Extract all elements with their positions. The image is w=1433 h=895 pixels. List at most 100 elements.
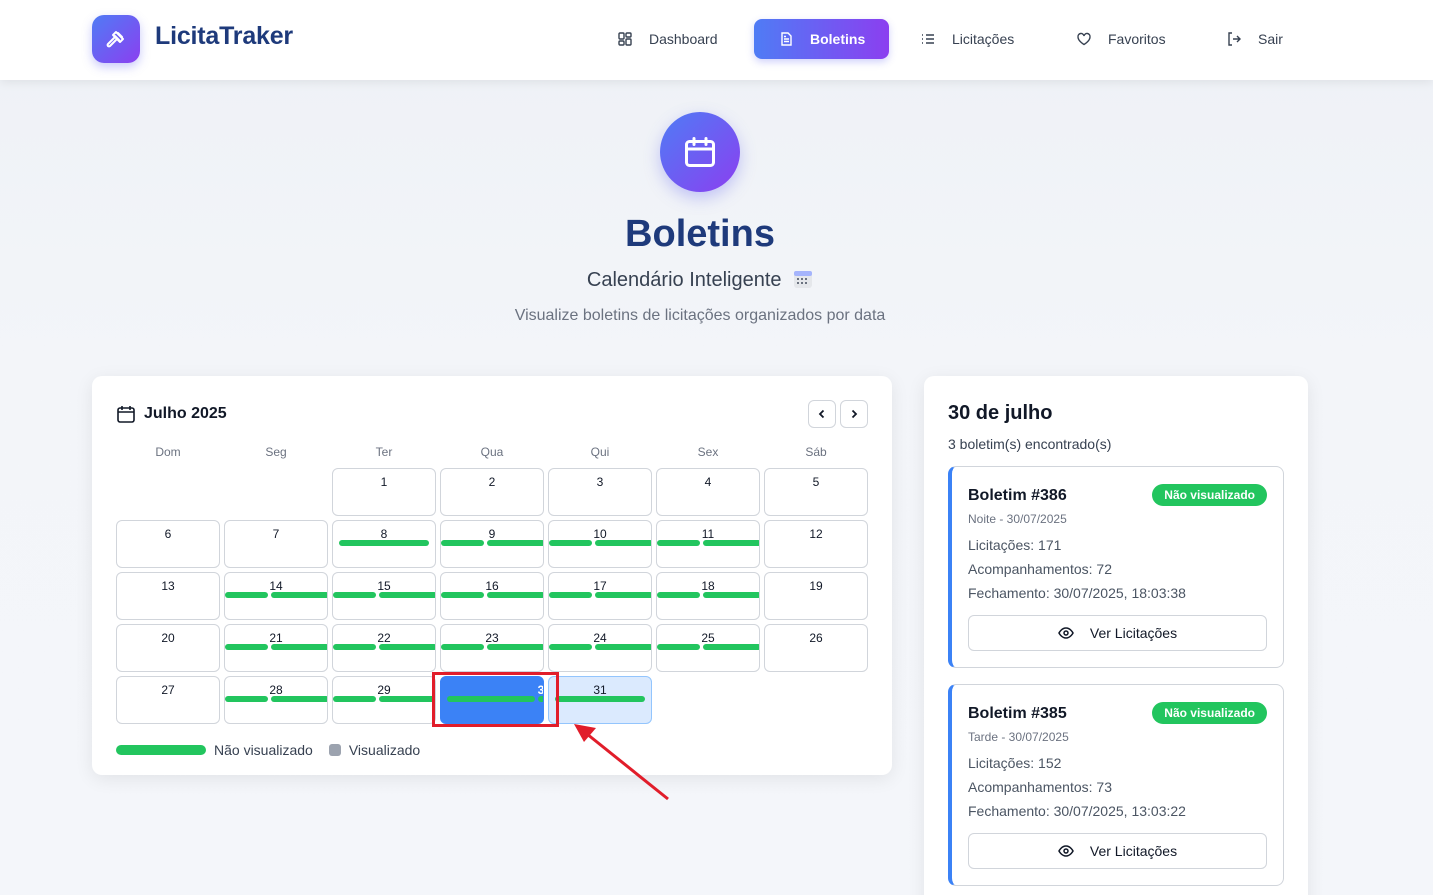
calendar-day-8[interactable]: 8 bbox=[332, 520, 436, 568]
calendar-day-22[interactable]: 22 bbox=[332, 624, 436, 672]
day-number: 14 bbox=[269, 579, 283, 593]
nav-licitacoes-label: Licitações bbox=[952, 31, 1015, 47]
boletim-indicators bbox=[549, 696, 651, 702]
unviewed-indicator bbox=[657, 644, 700, 650]
eye-icon bbox=[1058, 627, 1074, 639]
unviewed-indicator bbox=[595, 592, 651, 598]
calendar-day-28[interactable]: 28 bbox=[224, 676, 328, 724]
calendar-emoji-icon bbox=[794, 271, 813, 288]
day-number: 5 bbox=[812, 475, 820, 489]
nav-boletins[interactable]: Boletins bbox=[754, 19, 890, 59]
next-month-button[interactable] bbox=[840, 400, 868, 428]
app-name[interactable]: LicitaTraker bbox=[155, 22, 293, 51]
day-number: 25 bbox=[701, 631, 715, 645]
chevron-left-icon bbox=[818, 409, 825, 419]
status-badge: Não visualizado bbox=[1152, 702, 1267, 724]
calendar-day-5[interactable]: 5 bbox=[764, 468, 868, 516]
calendar-day-27[interactable]: 27 bbox=[116, 676, 220, 724]
calendar-day-12[interactable]: 12 bbox=[764, 520, 868, 568]
day-number: 27 bbox=[161, 683, 175, 697]
unviewed-indicator bbox=[487, 644, 543, 650]
weekday-label: Qui bbox=[590, 445, 610, 459]
page-subtitle-text: Calendário Inteligente bbox=[586, 269, 782, 291]
unviewed-indicator bbox=[447, 696, 535, 702]
top-navbar: LicitaTraker Dashboard Boletins Licitaçõ… bbox=[0, 0, 1433, 80]
calendar-day-24[interactable]: 24 bbox=[548, 624, 652, 672]
unviewed-indicator bbox=[487, 592, 543, 598]
nav-licitacoes[interactable]: Licitações bbox=[920, 19, 1014, 59]
calendar-day-1[interactable]: 1 bbox=[332, 468, 436, 516]
ver-licitacoes-button[interactable]: Ver Licitações bbox=[968, 833, 1267, 869]
calendar-day-2[interactable]: 2 bbox=[440, 468, 544, 516]
calendar-legend: Não visualizado Visualizado bbox=[116, 742, 420, 758]
calendar-day-21[interactable]: 21 bbox=[224, 624, 328, 672]
calendar-day-29[interactable]: 29 bbox=[332, 676, 436, 724]
boletim-meta: Tarde - 30/07/2025 bbox=[968, 730, 1069, 744]
boletim-acompanhamentos: Acompanhamentos: 72 bbox=[968, 561, 1112, 577]
calendar-day-4[interactable]: 4 bbox=[656, 468, 760, 516]
selected-date-title: 30 de julho bbox=[948, 402, 1053, 424]
day-number: 19 bbox=[809, 579, 823, 593]
nav-favoritos[interactable]: Favoritos bbox=[1076, 19, 1166, 59]
calendar-day-19[interactable]: 19 bbox=[764, 572, 868, 620]
calendar-day-31[interactable]: 31 bbox=[548, 676, 652, 724]
annotation-arrow-icon bbox=[574, 724, 669, 801]
day-number: 31 bbox=[593, 683, 607, 697]
day-number: 3 bbox=[596, 475, 604, 489]
ver-licitacoes-label: Ver Licitações bbox=[1089, 843, 1178, 859]
day-number: 2 bbox=[488, 475, 496, 489]
day-number: 18 bbox=[701, 579, 715, 593]
calendar-day-18[interactable]: 18 bbox=[656, 572, 760, 620]
calendar-day-11[interactable]: 11 bbox=[656, 520, 760, 568]
day-number: 11 bbox=[701, 527, 715, 541]
ver-licitacoes-button[interactable]: Ver Licitações bbox=[968, 615, 1267, 651]
calendar-day-15[interactable]: 15 bbox=[332, 572, 436, 620]
calendar-day-23[interactable]: 23 bbox=[440, 624, 544, 672]
boletim-licitacoes: Licitações: 152 bbox=[968, 755, 1062, 771]
calendar-icon bbox=[117, 406, 135, 423]
unviewed-swatch bbox=[116, 745, 206, 755]
day-number: 28 bbox=[269, 683, 283, 697]
day-number: 12 bbox=[809, 527, 823, 541]
day-number: 22 bbox=[377, 631, 391, 645]
page-subtitle: Calendário Inteligente bbox=[0, 269, 1400, 292]
nav-sair[interactable]: Sair bbox=[1226, 19, 1283, 59]
boletim-indicators bbox=[657, 644, 759, 650]
boletim-title: Boletim #386 bbox=[968, 487, 1067, 504]
unviewed-indicator bbox=[379, 696, 435, 702]
calendar-day-3[interactable]: 3 bbox=[548, 468, 652, 516]
app-logo[interactable] bbox=[92, 15, 140, 63]
calendar-day-30-selected[interactable]: 30 bbox=[440, 676, 544, 724]
page-title: Boletins bbox=[625, 213, 775, 255]
nav-dashboard[interactable]: Dashboard bbox=[617, 19, 718, 59]
day-number: 30 bbox=[537, 683, 544, 697]
calendar-day-26[interactable]: 26 bbox=[764, 624, 868, 672]
boletim-acompanhamentos: Acompanhamentos: 73 bbox=[968, 779, 1112, 795]
calendar-day-10[interactable]: 10 bbox=[548, 520, 652, 568]
calendar-day-14[interactable]: 14 bbox=[224, 572, 328, 620]
calendar-day-9[interactable]: 9 bbox=[440, 520, 544, 568]
calendar-day-6[interactable]: 6 bbox=[116, 520, 220, 568]
unviewed-indicator bbox=[379, 592, 435, 598]
weekday-label: Sáb bbox=[805, 445, 827, 459]
calendar-day-13[interactable]: 13 bbox=[116, 572, 220, 620]
calendar-day-7[interactable]: 7 bbox=[224, 520, 328, 568]
nav-boletins-label: Boletins bbox=[810, 31, 866, 47]
boletim-indicators bbox=[549, 644, 651, 650]
unviewed-indicator bbox=[703, 540, 759, 546]
weekday-label: Sex bbox=[697, 445, 719, 459]
document-icon bbox=[781, 32, 792, 46]
boletim-indicators bbox=[333, 644, 435, 650]
unviewed-indicator bbox=[657, 592, 700, 598]
boletim-indicators bbox=[549, 540, 651, 546]
calendar-day-20[interactable]: 20 bbox=[116, 624, 220, 672]
calendar-day-16[interactable]: 16 bbox=[440, 572, 544, 620]
calendar-day-25[interactable]: 25 bbox=[656, 624, 760, 672]
unviewed-indicator bbox=[339, 540, 429, 546]
prev-month-button[interactable] bbox=[808, 400, 836, 428]
nav-dashboard-label: Dashboard bbox=[649, 31, 718, 47]
calendar-day-17[interactable]: 17 bbox=[548, 572, 652, 620]
gavel-icon bbox=[106, 31, 124, 48]
unviewed-indicator bbox=[549, 644, 592, 650]
boletim-indicators bbox=[657, 592, 759, 598]
